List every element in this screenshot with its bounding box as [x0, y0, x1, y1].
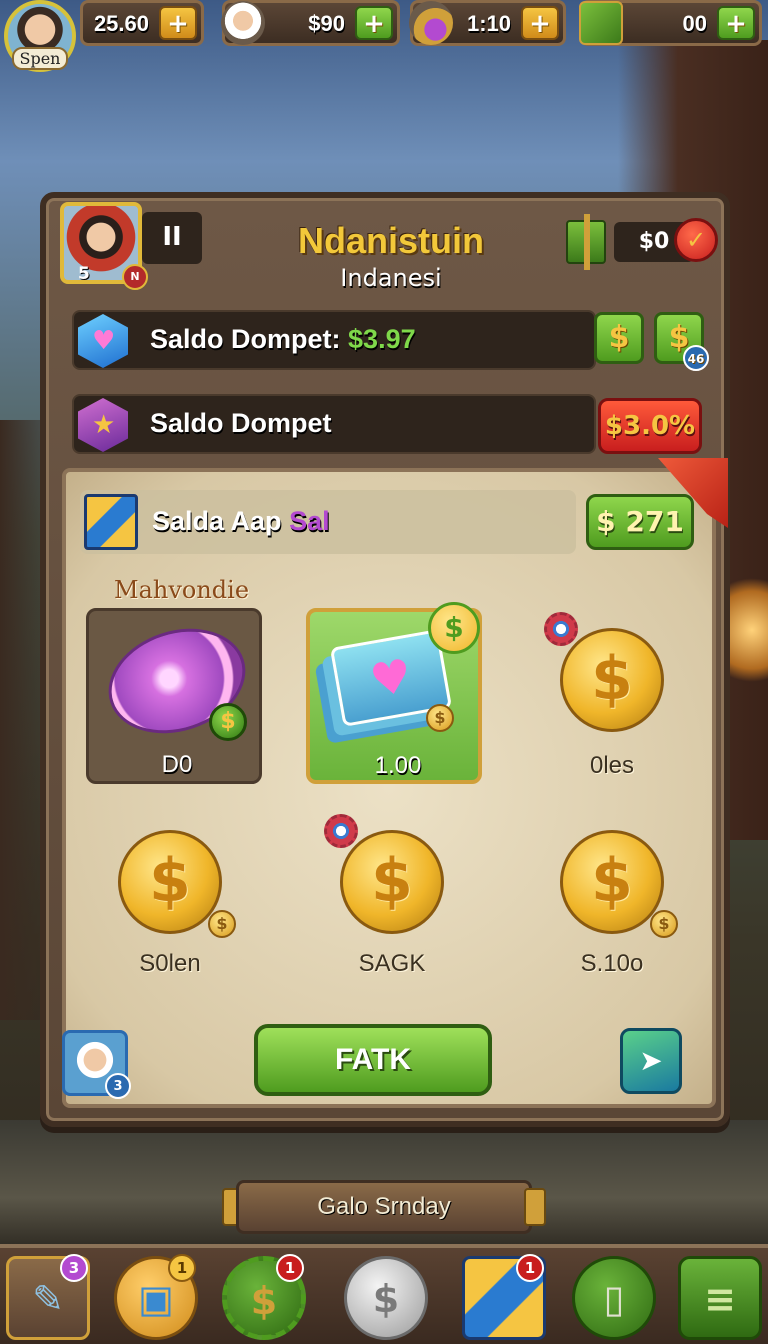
- gold-coin-icon: $: [560, 628, 664, 732]
- heart-gem-icon: ♥: [78, 314, 128, 368]
- green-coin-icon: $: [209, 703, 247, 741]
- background-window-light: [728, 570, 768, 690]
- crate-icon: [84, 494, 138, 550]
- player-avatar[interactable]: Spen: [4, 0, 76, 72]
- shop-value-button[interactable]: $ 271: [586, 494, 694, 550]
- add-coins-button[interactable]: +: [159, 6, 197, 40]
- fatk-button[interactable]: FATK: [254, 1024, 492, 1096]
- gift-icon[interactable]: [566, 214, 606, 270]
- gear-icon: [544, 612, 578, 646]
- chef-badge: 3: [105, 1073, 131, 1099]
- percent-badge-button[interactable]: $3.0%: [598, 398, 702, 454]
- shop-item[interactable]: $ $ S0len: [82, 810, 262, 980]
- player-level: 5: [78, 264, 90, 284]
- shop-item[interactable]: $ D0: [86, 608, 266, 784]
- nav-ticket[interactable]: ▣ 1: [114, 1254, 198, 1340]
- resource-cash: $90 +: [221, 0, 400, 46]
- dollar-button-2[interactable]: $ 46: [654, 312, 709, 371]
- wallet-row-2: ★ Saldo Dompet: [72, 394, 596, 454]
- nav-badge: 3: [60, 1254, 88, 1282]
- shop-item[interactable]: $ $ S.10o: [524, 810, 704, 980]
- shop-area: Salda Aap Sal $ 271 Mahvondie $ D0 ♥ $ $…: [62, 458, 728, 1108]
- small-coin-icon: $: [650, 910, 678, 938]
- event-banner[interactable]: Galo Srnday: [236, 1180, 532, 1234]
- nav-badge: 1: [168, 1254, 196, 1282]
- player-portrait[interactable]: 5 N: [60, 202, 148, 290]
- shop-item-featured[interactable]: ♥ $ $ 1.00: [306, 602, 486, 784]
- shop-ribbon-tag: Sal: [289, 506, 330, 536]
- resource-bar: Spen 25.60 + $90 + 1:10 + 00 +: [0, 0, 768, 72]
- dollar-button-2-badge: 46: [683, 345, 709, 371]
- gift-box-icon: [579, 1, 623, 45]
- menu-icon: ≡: [678, 1256, 762, 1340]
- dollar-button-1[interactable]: $: [594, 312, 644, 364]
- add-cash-button[interactable]: +: [355, 6, 393, 40]
- nav-shop[interactable]: $ 1: [222, 1254, 306, 1340]
- bottom-nav: ✎ 3 ▣ 1 $ 1 $ ▢ 1 ▯ ≡: [0, 1244, 768, 1344]
- shop-item[interactable]: $ 0les: [524, 608, 704, 779]
- resource-gifts-value: 00: [682, 11, 707, 36]
- resource-gifts: 00 +: [579, 0, 762, 46]
- wallet-balance-label: Saldo Dompet: $3.97: [150, 324, 416, 354]
- small-coin-icon: $: [426, 704, 454, 732]
- player-rank-badge: N: [122, 264, 148, 290]
- shop-ribbon-label: Salda Aap Sal: [152, 506, 330, 536]
- banner-cap-right: [524, 1188, 546, 1226]
- panel-title: Ndanistuin: [298, 220, 484, 261]
- wallet-row-2-label: Saldo Dompet: [150, 408, 332, 438]
- wallet-balance-value: $3.97: [348, 324, 416, 354]
- section-title: Mahvondie: [114, 576, 250, 604]
- nav-menu[interactable]: ≡: [678, 1256, 762, 1340]
- gear-icon: [324, 814, 358, 848]
- nav-badge: 1: [516, 1254, 544, 1282]
- chef-avatar-button[interactable]: 3: [62, 1030, 131, 1099]
- panel-subtitle: Indanesi: [340, 264, 442, 292]
- share-button[interactable]: ➤: [620, 1028, 682, 1094]
- player-label: Spen: [12, 47, 68, 70]
- resource-timer-value: 1:10: [466, 11, 511, 36]
- resource-timer: 1:10 +: [409, 0, 566, 46]
- shop-item-name: S0len: [139, 950, 201, 977]
- nav-quill[interactable]: ✎ 3: [6, 1254, 90, 1340]
- silver-coin-icon: $: [344, 1256, 428, 1340]
- nav-phone[interactable]: ▯: [572, 1256, 656, 1340]
- gold-coin-icon: $: [118, 830, 222, 934]
- wallet-panel: 5 N II Ndanistuin Indanesi $0 ✓ ♥ Saldo …: [40, 192, 730, 1127]
- gold-coin-icon: $: [340, 830, 444, 934]
- shop-item-name: S.10o: [580, 950, 644, 977]
- star-gem-icon: ★: [78, 398, 128, 452]
- resource-coins-value: 25.60: [93, 11, 149, 36]
- shop-item-name: D0: [161, 751, 193, 778]
- resource-coins: 25.60 +: [80, 0, 204, 46]
- close-button[interactable]: ✓: [674, 218, 718, 262]
- nav-badge: 1: [276, 1254, 304, 1282]
- shop-item-name: 1.00: [374, 752, 422, 779]
- pause-button[interactable]: II: [142, 212, 202, 264]
- nav-crate[interactable]: ▢ 1: [462, 1254, 546, 1340]
- nav-coin[interactable]: $: [344, 1256, 428, 1340]
- chef-icon: [221, 1, 265, 45]
- shop-item-name: 0les: [589, 752, 635, 779]
- gold-coin-icon: $: [428, 602, 480, 654]
- shop-item-name: SAGK: [358, 950, 426, 977]
- shop-item[interactable]: $ SAGK: [304, 810, 484, 980]
- small-coin-icon: $: [208, 910, 236, 938]
- add-timer-button[interactable]: +: [521, 6, 559, 40]
- wallet-balance-row: ♥ Saldo Dompet: $3.97: [72, 310, 596, 370]
- add-gifts-button[interactable]: +: [717, 6, 755, 40]
- gold-coin-icon: $: [560, 830, 664, 934]
- turnip-icon: [409, 1, 453, 45]
- resource-cash-value: $90: [308, 11, 345, 36]
- phone-icon: ▯: [572, 1256, 656, 1340]
